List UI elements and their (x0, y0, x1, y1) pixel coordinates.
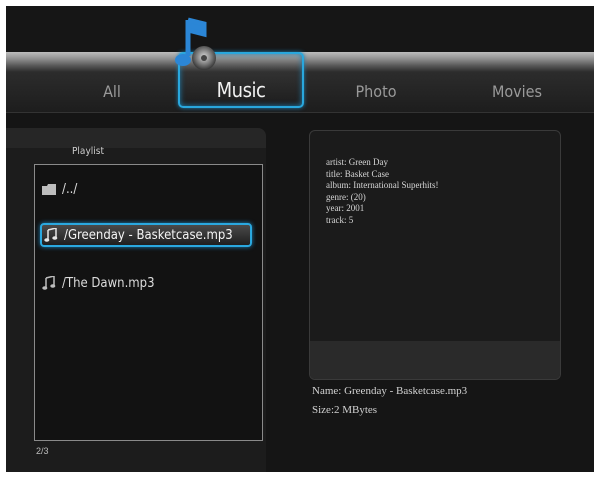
playlist-item-label: /../ (62, 181, 78, 197)
file-size: Size:2 MBytes (312, 404, 378, 416)
playlist-item-selected[interactable]: /Greenday - Basketcase.mp3 (40, 223, 252, 247)
track-genre: genre: (20) (326, 191, 366, 202)
media-player-screen: All Photo Movies Music Playlist /../ /Gr… (6, 6, 594, 472)
track-title: title: Basket Case (326, 168, 389, 179)
playlist-panel-header (6, 128, 266, 148)
playlist-panel: Playlist /../ /Greenday - Basketcase.mp3… (6, 128, 266, 472)
playlist-item-label: /The Dawn.mp3 (62, 275, 155, 291)
track-info-panel: artist: Green Day title: Basket Case alb… (309, 130, 561, 380)
track-info-footer (310, 341, 560, 379)
tab-all[interactable]: All (92, 82, 132, 101)
folder-icon (40, 181, 58, 197)
tab-photo[interactable]: Photo (346, 82, 406, 101)
playlist-title: Playlist (72, 146, 104, 157)
track-album: album: International Superhits! (326, 180, 439, 190)
playlist-item-parent[interactable]: /../ (40, 177, 252, 201)
music-note-icon (40, 275, 58, 291)
track-artist: artist: Green Day (326, 157, 388, 167)
music-note-icon (42, 227, 60, 243)
playlist-item-label: /Greenday - Basketcase.mp3 (64, 227, 233, 243)
playlist-counter: 2/3 (36, 446, 49, 456)
file-name: Name: Greenday - Basketcase.mp3 (312, 385, 468, 397)
music-note-icon (175, 17, 216, 70)
track-number: track: 5 (326, 214, 354, 225)
top-band (6, 6, 594, 56)
tab-music-label: Music (216, 78, 266, 102)
track-info-lines: artist: Green Day title: Basket Case alb… (326, 157, 438, 226)
track-year: year: 2001 (326, 203, 365, 213)
tab-movies[interactable]: Movies (482, 82, 552, 101)
playlist-list: /../ /Greenday - Basketcase.mp3 /The Daw… (34, 164, 263, 441)
playlist-item[interactable]: /The Dawn.mp3 (40, 271, 252, 295)
file-meta: Name: Greenday - Basketcase.mp3 Size:2 M… (312, 382, 467, 420)
